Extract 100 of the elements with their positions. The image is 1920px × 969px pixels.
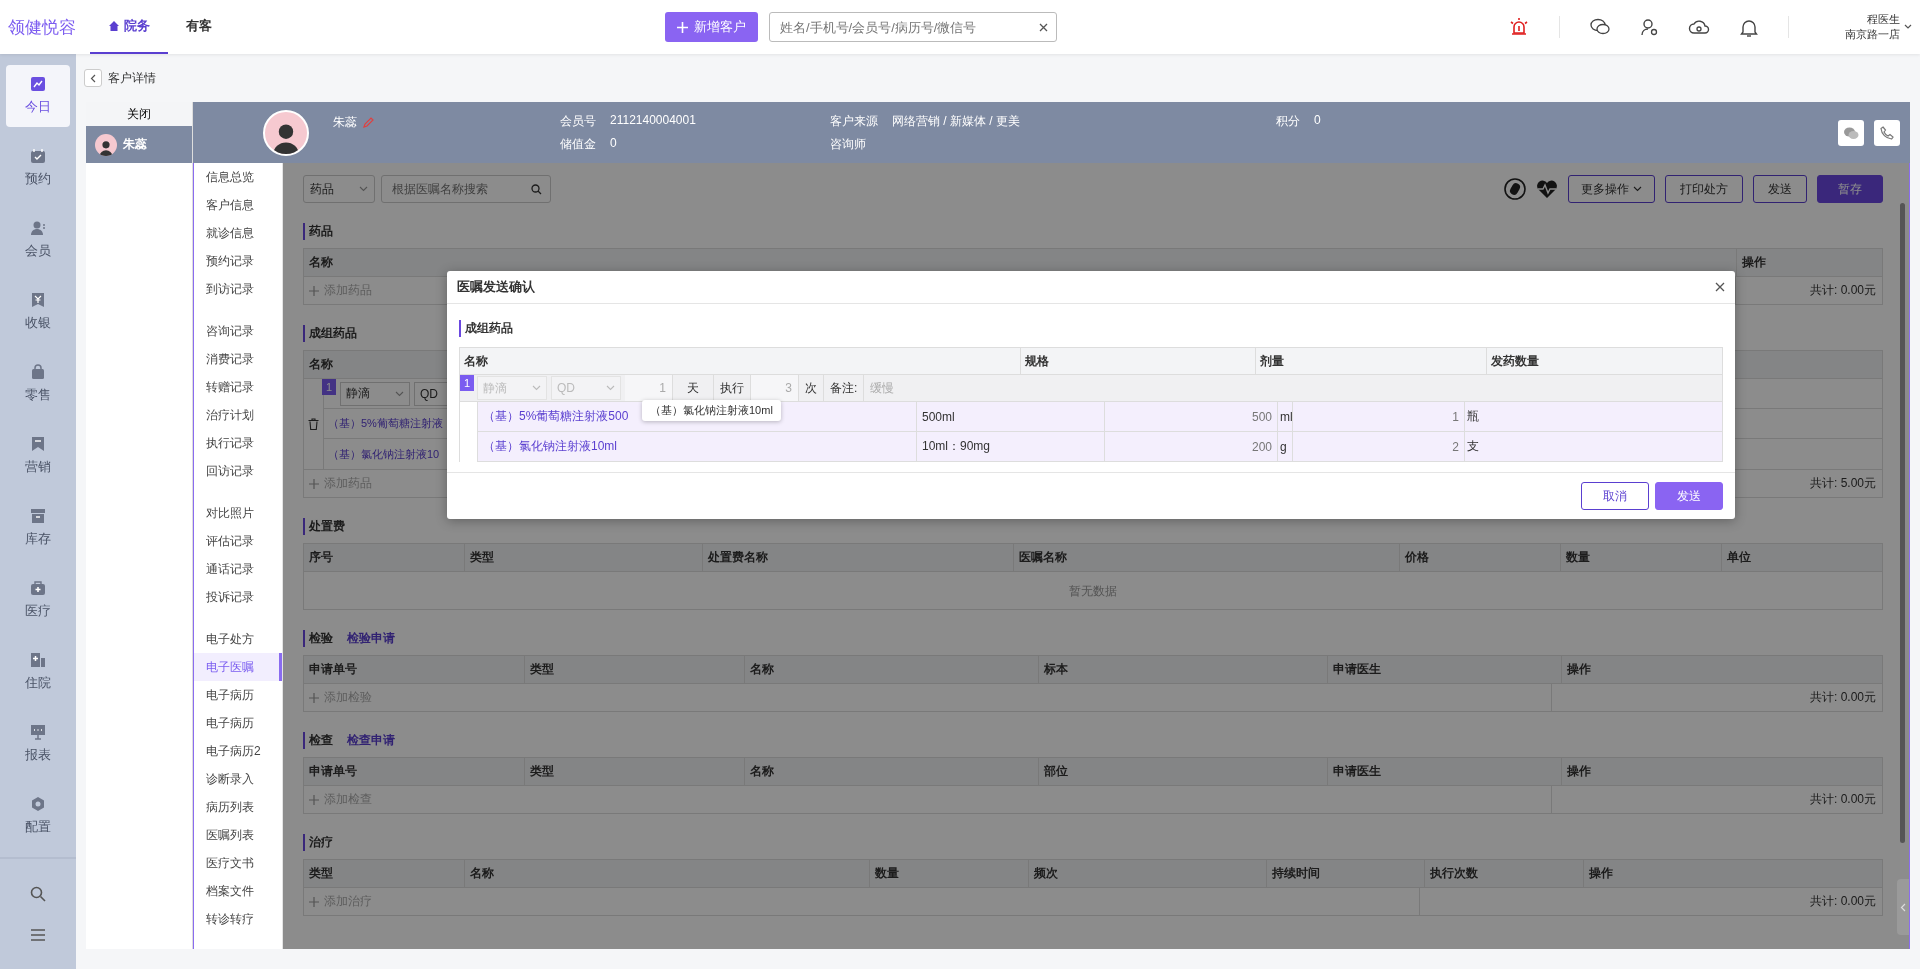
nav-item[interactable]: 电子病历: [194, 709, 282, 737]
nav-item[interactable]: 治疗计划: [194, 401, 282, 429]
toolbar-button[interactable]: 打印处方: [1665, 175, 1743, 203]
field-label: 备注:: [824, 375, 865, 401]
clear-icon[interactable]: [1039, 22, 1048, 32]
sidebar-item[interactable]: 今日: [6, 65, 70, 127]
request-link[interactable]: 检验申请: [347, 630, 395, 647]
nav-item[interactable]: 转诊转疗: [194, 905, 282, 933]
dose-text: 200: [1105, 432, 1278, 461]
nav-item[interactable]: 电子医嘱: [194, 653, 282, 681]
siren-icon[interactable]: [1509, 17, 1529, 37]
sidebar-item[interactable]: 库存: [6, 492, 70, 564]
customer-tab[interactable]: 朱蕊: [86, 126, 192, 163]
nav-item[interactable]: 就诊信息: [194, 219, 282, 247]
sidebar-item[interactable]: 医疗: [6, 564, 70, 636]
nav-item[interactable]: 电子病历2: [194, 737, 282, 765]
app-logo: 领健悦容: [8, 16, 76, 39]
column-header: 操作: [1567, 661, 1592, 678]
nav-item[interactable]: 信息总览: [194, 163, 282, 191]
column-header: 价格: [1404, 549, 1429, 566]
sidebar-item[interactable]: 零售: [6, 348, 70, 420]
nav-item[interactable]: 执行记录: [194, 429, 282, 457]
nav-item[interactable]: 电子处方: [194, 625, 282, 653]
dialog-title: 医嘱发送确认: [457, 278, 535, 296]
scrollbar[interactable]: [1900, 203, 1905, 843]
drug-name-link[interactable]: （基）5%葡萄糖注射液500: [483, 408, 629, 425]
search-field[interactable]: 姓名/手机号/会员号/病历号/微信号: [769, 12, 1057, 42]
type-select[interactable]: 药品: [303, 175, 375, 203]
trash-icon[interactable]: [308, 418, 319, 430]
caret-icon[interactable]: [1904, 24, 1912, 30]
column-header: 名称: [309, 356, 333, 373]
nav-item[interactable]: 医嘱列表: [194, 821, 282, 849]
nav-item[interactable]: 电子病历: [194, 681, 282, 709]
chart-icon: [30, 76, 46, 92]
dialog-button[interactable]: 取消: [1581, 482, 1649, 510]
unit-text: g: [1278, 432, 1293, 461]
field-label: 咨询师: [830, 135, 866, 153]
receipt-icon: [30, 292, 46, 308]
sidebar-item[interactable]: 营销: [6, 420, 70, 492]
column-header: 规格: [1021, 348, 1256, 374]
unit-text: 支: [1466, 438, 1480, 455]
sidebar-item[interactable]: 配置: [6, 780, 70, 852]
user-name: 程医生: [1867, 12, 1900, 27]
nav-item[interactable]: 对比照片: [194, 499, 282, 527]
chat-bubbles-icon[interactable]: [1590, 18, 1610, 36]
nav-item[interactable]: 通话记录: [194, 555, 282, 583]
nav-item[interactable]: 客户信息: [194, 191, 282, 219]
sidebar-item[interactable]: 住院: [6, 636, 70, 708]
nav-item[interactable]: 消费记录: [194, 345, 282, 373]
cloud-icon[interactable]: [1688, 19, 1710, 35]
sidebar-item[interactable]: 报表: [6, 708, 70, 780]
sidebar-item[interactable]: 预约: [6, 132, 70, 204]
nav-tab[interactable]: 有客: [168, 0, 230, 54]
phone-button[interactable]: [1874, 119, 1900, 146]
heartbeat-icon[interactable]: [1536, 179, 1558, 199]
times-field: 3: [751, 375, 799, 401]
nav-item[interactable]: 回访记录: [194, 457, 282, 485]
nav-item[interactable]: 到访记录: [194, 275, 282, 303]
nav-item[interactable]: 转赠记录: [194, 373, 282, 401]
total-text: 共计: 0.00元: [1809, 689, 1876, 706]
toolbar-button[interactable]: 发送: [1753, 175, 1807, 203]
close-tabs-button[interactable]: 关闭: [86, 102, 192, 126]
toolbar-button[interactable]: 更多操作: [1568, 175, 1655, 203]
total-text: 共计: 0.00元: [1809, 282, 1876, 299]
search-icon[interactable]: [30, 886, 46, 902]
days-field: 1: [625, 375, 673, 401]
user-icon[interactable]: [1640, 18, 1658, 36]
field-label: 积分: [1276, 112, 1300, 130]
chat-button[interactable]: [1838, 119, 1864, 146]
column-header: 频次: [1033, 865, 1058, 882]
nav-item[interactable]: 病历列表: [194, 793, 282, 821]
chevron-down-icon: [532, 385, 541, 391]
nav-item[interactable]: 诊断录入: [194, 765, 282, 793]
add-customer-button[interactable]: 新增客户: [665, 12, 758, 42]
nav-tab[interactable]: 院务: [90, 0, 168, 54]
request-link[interactable]: 检查申请: [347, 732, 395, 749]
section-title: 成组药品: [459, 320, 1723, 337]
dialog-button[interactable]: 发送: [1655, 482, 1723, 510]
medical-kit-icon: [30, 580, 46, 596]
drug-name-link[interactable]: （基）氯化钠注射液10ml: [483, 438, 617, 455]
menu-icon[interactable]: [30, 928, 46, 942]
column-header: 申请医生: [1332, 661, 1381, 678]
nav-item[interactable]: 投诉记录: [194, 583, 282, 611]
column-header: 名称: [749, 763, 774, 780]
sidebar-item[interactable]: 会员: [6, 204, 70, 276]
route-select[interactable]: 静滴: [340, 381, 410, 406]
order-search-field[interactable]: 根据医嘱名称搜索: [381, 175, 551, 203]
bell-icon[interactable]: [1740, 17, 1758, 37]
nav-item[interactable]: 评估记录: [194, 527, 282, 555]
sidebar-item[interactable]: 收银: [6, 276, 70, 348]
column-header: 类型: [530, 661, 555, 678]
column-header: 名称: [749, 661, 774, 678]
back-button[interactable]: [84, 69, 102, 87]
collapse-handle[interactable]: [1897, 879, 1909, 935]
toolbar-button[interactable]: 暂存: [1817, 175, 1883, 203]
pill-bottle-icon[interactable]: [1504, 178, 1526, 200]
nav-item[interactable]: 医疗文书: [194, 849, 282, 877]
nav-item[interactable]: 档案文件: [194, 877, 282, 905]
nav-item[interactable]: 咨询记录: [194, 317, 282, 345]
nav-item[interactable]: 预约记录: [194, 247, 282, 275]
